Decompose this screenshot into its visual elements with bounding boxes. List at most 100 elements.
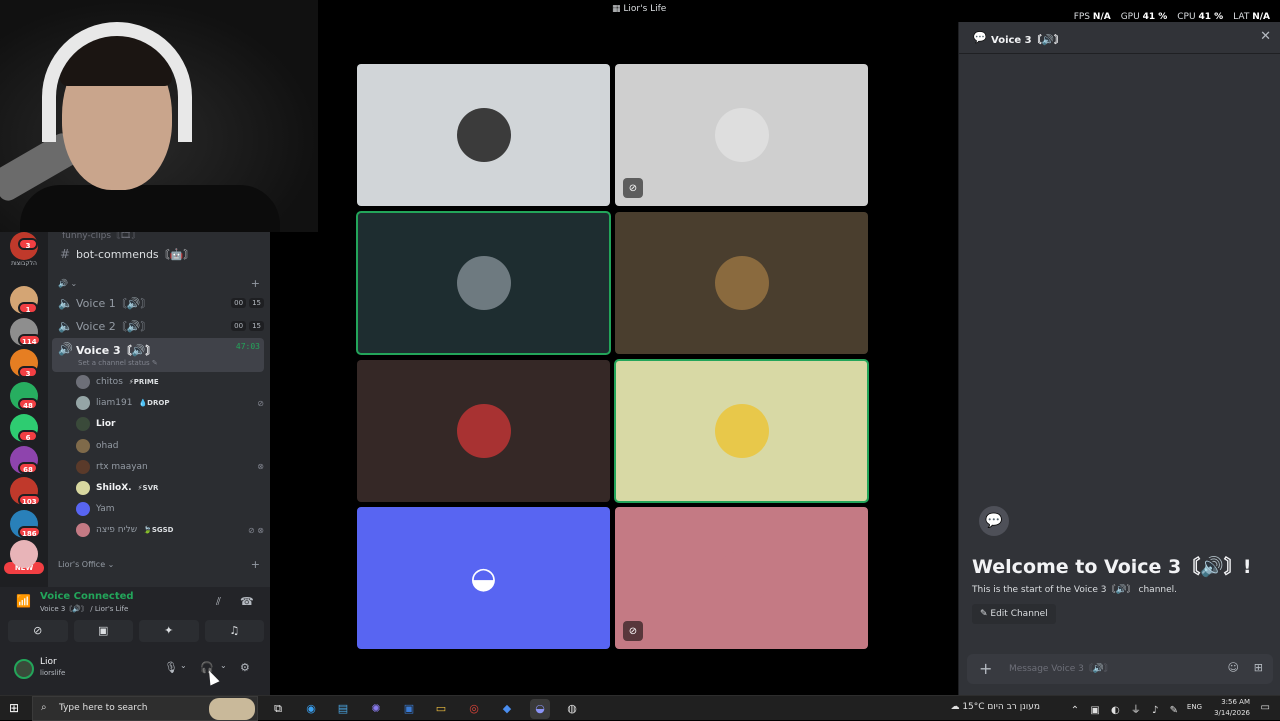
participant-tile[interactable]: [615, 212, 868, 354]
voice-category[interactable]: 🔊 ⌄: [58, 279, 77, 288]
stat-gpu: GPU 41 %: [1120, 12, 1168, 22]
app-icon[interactable]: ◆: [497, 699, 517, 719]
channel-funny-clips[interactable]: funny-clips〘🎞〙: [62, 232, 140, 241]
apps-icon[interactable]: ⊞: [1254, 661, 1263, 674]
store-icon[interactable]: ▤: [333, 699, 353, 719]
mention-badge: 3: [18, 238, 38, 250]
participant-tile[interactable]: [357, 64, 610, 206]
taskbar-search[interactable]: ⌕ Type here to search: [32, 696, 258, 721]
window-title: ▦ Lior's Life: [612, 4, 667, 14]
member-tag: 🍃SGSD: [143, 526, 174, 535]
speaker-icon: 🔈: [58, 319, 73, 333]
user-panel: Lior liorslife 🎙 ⌄ 🎧 ⌄ ⚙: [0, 651, 270, 695]
noise-suppression-icon[interactable]: ⫽: [216, 595, 221, 609]
file-explorer-icon[interactable]: ▭: [431, 699, 451, 719]
participant-tile[interactable]: ⊘: [615, 507, 868, 649]
chevron-down-icon[interactable]: ⌄: [220, 661, 227, 670]
status-icon: ⊘: [257, 398, 264, 408]
windows-start-icon[interactable]: ⊞: [9, 701, 19, 715]
category-lior-office[interactable]: Lior's Office ⌄: [58, 560, 114, 569]
search-icon: ⌕: [41, 702, 47, 713]
voice-member[interactable]: ShiloX. ⚡SVR: [76, 478, 264, 498]
activities-button[interactable]: ✦: [139, 620, 199, 642]
gear-icon[interactable]: ⚙: [240, 661, 250, 674]
participant-tile[interactable]: [357, 360, 610, 502]
avatar: [714, 404, 769, 458]
copilot-icon[interactable]: ✺: [366, 699, 386, 719]
avatar: [76, 481, 90, 495]
chevron-down-icon[interactable]: ⌄: [180, 661, 187, 670]
voice-chat-panel: 💬 Voice 3〘🔊〙 ✕ 💬 Welcome to Voice 3〘🔊〙! …: [958, 22, 1280, 695]
server-icon[interactable]: [10, 540, 38, 568]
discord-icon[interactable]: ◒: [530, 699, 550, 719]
call-timer: 47:03: [235, 342, 260, 351]
add-channel-icon[interactable]: +: [251, 277, 260, 290]
voice-member[interactable]: Yam: [76, 499, 264, 519]
language-indicator[interactable]: ENG: [1187, 703, 1202, 711]
voice-location[interactable]: Voice 3〘🔊〙 / Lior's Life: [40, 604, 128, 614]
voice-member[interactable]: liam191 💧DROP ⊘: [76, 393, 264, 413]
disconnect-icon[interactable]: ☎: [240, 595, 254, 608]
windows-taskbar: ⊞ ⌕ Type here to search ⧉ ◉ ▤ ✺ ▣ ▭ ◎ ◆ …: [0, 695, 1280, 721]
user-count-pill: 00: [231, 321, 247, 331]
microphone-icon[interactable]: 🎙: [164, 661, 178, 674]
signal-icon[interactable]: 📶: [16, 594, 31, 608]
user-tag: liorslife: [40, 669, 66, 677]
participant-tile[interactable]: ⊘: [615, 64, 868, 206]
status-icon: ⊗: [257, 462, 264, 472]
avatar: [76, 375, 90, 389]
office-icon[interactable]: ▣: [399, 699, 419, 719]
voice-member[interactable]: chitos ⚡PRIME: [76, 372, 264, 392]
notification-icon[interactable]: ▭: [1261, 702, 1270, 713]
member-name: ohad: [96, 440, 119, 451]
channel-voice-1[interactable]: 🔈 Voice 1〘🔊〙 00 15: [52, 292, 264, 314]
emoji-icon[interactable]: ☺: [1228, 661, 1239, 674]
voice-member[interactable]: שליח פיצה 🍃SGSD ⊘ ⊗: [76, 520, 264, 540]
channel-sidebar: funny-clips〘🎞〙 # bot-commends〘🤖〙 🔊 ⌄ + 🔈…: [48, 232, 270, 587]
edit-channel-button[interactable]: ✎ Edit Channel: [972, 604, 1056, 624]
avatar: [456, 108, 511, 162]
channel-voice-2[interactable]: 🔈 Voice 2〘🔊〙 00 15: [52, 315, 264, 337]
mention-badge: 186: [18, 526, 41, 538]
voice-member[interactable]: Lior: [76, 414, 264, 434]
task-view-icon[interactable]: ⧉: [268, 699, 288, 719]
voice-member[interactable]: ohad: [76, 436, 264, 456]
user-count-pill: 00: [231, 298, 247, 308]
edge-icon[interactable]: ◉: [301, 699, 321, 719]
message-input[interactable]: [1009, 661, 1209, 677]
add-channel-icon[interactable]: +: [251, 558, 260, 571]
chat-bubble-icon: 💬: [973, 31, 987, 44]
avatar: [76, 417, 90, 432]
close-icon[interactable]: ✕: [1260, 29, 1271, 44]
camera-off-button[interactable]: ⊘: [8, 620, 68, 642]
muted-icon: ⊘: [623, 621, 643, 641]
chrome-icon[interactable]: ◎: [464, 699, 484, 719]
discord-logo-icon: ◒: [470, 560, 497, 596]
obs-icon[interactable]: ◍: [562, 699, 582, 719]
add-attachment-icon[interactable]: +: [979, 659, 992, 678]
voice-connected-status[interactable]: Voice Connected: [40, 591, 134, 602]
avatar[interactable]: [14, 659, 34, 679]
participant-tile[interactable]: ◒: [357, 507, 610, 649]
screen-share-button[interactable]: ▣: [73, 620, 133, 642]
user-name: Lior: [40, 657, 57, 667]
channel-bot-commends[interactable]: # bot-commends〘🤖〙: [52, 243, 264, 265]
avatar: [76, 502, 90, 517]
channel-status[interactable]: Set a channel status ✎: [78, 359, 158, 367]
avatar: [714, 108, 769, 162]
avatar: [456, 256, 511, 310]
welcome-subtitle: This is the start of the Voice 3〘🔊〙 chan…: [972, 585, 1178, 595]
mention-badge: 68: [18, 462, 38, 474]
mention-badge: 103: [18, 494, 41, 506]
weather-widget[interactable]: ☁ 15°C מעונן רב היום: [950, 702, 1040, 712]
avatar: [76, 523, 90, 538]
participant-tile[interactable]: [614, 359, 869, 503]
tray-icons[interactable]: ⌃ ▣ ◐ ⏚ ♪ ✎: [1071, 701, 1182, 716]
soundboard-button[interactable]: ♫: [204, 620, 264, 642]
video-grid: ⊘ ◒ ⊘: [271, 22, 955, 695]
clock[interactable]: 3:56 AM 3/14/2026: [1214, 697, 1250, 719]
participant-tile[interactable]: [356, 211, 611, 355]
welcome-title: Welcome to Voice 3〘🔊〙!: [972, 556, 1252, 578]
voice-member[interactable]: rtx maayan ⊗: [76, 457, 264, 477]
member-name: שליח פיצה: [96, 525, 138, 536]
